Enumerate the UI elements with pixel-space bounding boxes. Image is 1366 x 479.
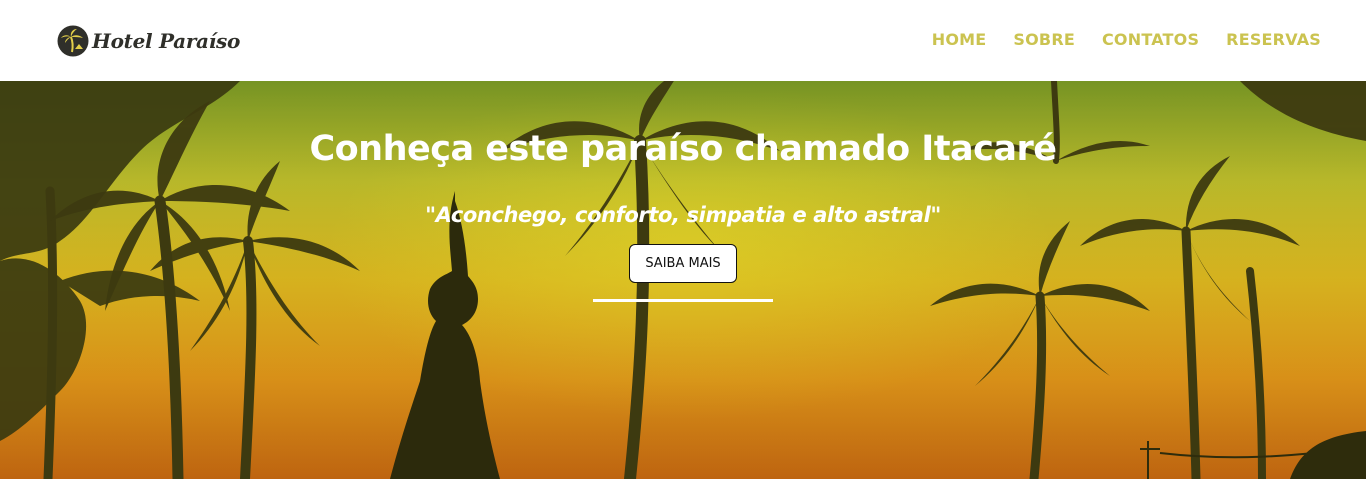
hero-title: Conheça este paraíso chamado Itacaré <box>309 129 1057 169</box>
nav-reservas-link[interactable]: RESERVAS <box>1226 30 1321 49</box>
saiba-mais-button[interactable]: SAIBA MAIS <box>629 244 737 283</box>
site-header: Hotel Paraíso HOME SOBRE CONTATOS RESERV… <box>0 0 1366 81</box>
brand-logo[interactable]: Hotel Paraíso <box>57 24 240 57</box>
nav-sobre-link[interactable]: SOBRE <box>1013 30 1075 49</box>
main-nav: HOME SOBRE CONTATOS RESERVAS <box>932 30 1321 49</box>
hero-banner: Conheça este paraíso chamado Itacaré "Ac… <box>0 81 1366 479</box>
nav-contatos-link[interactable]: CONTATOS <box>1102 30 1199 49</box>
nav-home-link[interactable]: HOME <box>932 30 987 49</box>
hero-divider <box>593 299 773 302</box>
brand-name: Hotel Paraíso <box>92 28 241 53</box>
hero-tagline: "Aconchego, conforto, simpatia e alto as… <box>425 203 941 227</box>
palm-tree-logo-icon <box>57 25 89 56</box>
